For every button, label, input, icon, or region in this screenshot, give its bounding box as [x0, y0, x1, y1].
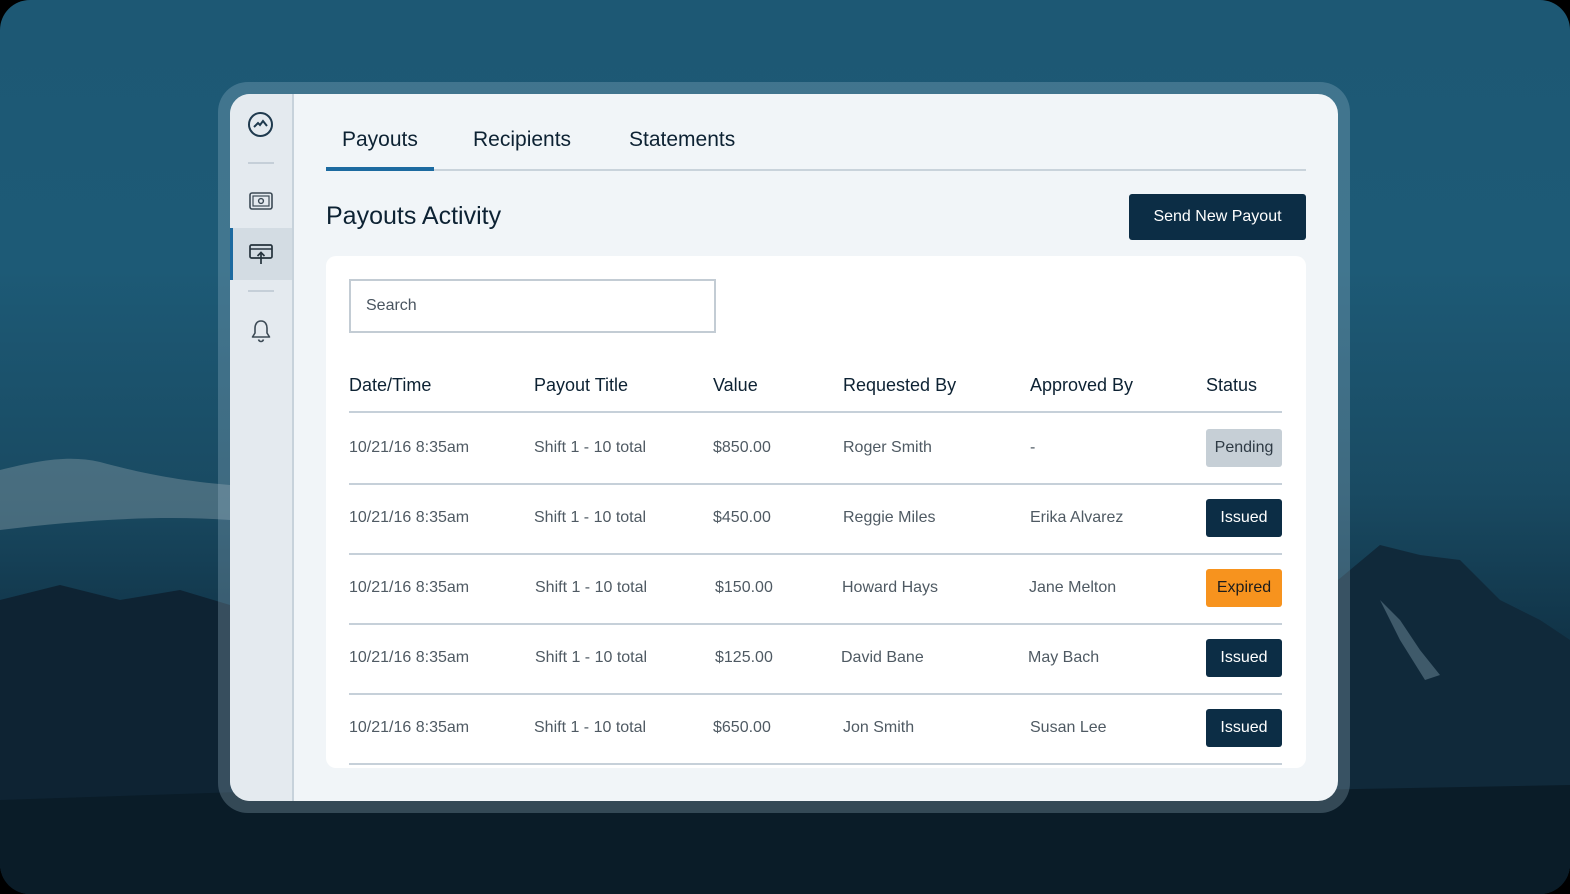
status-badge: Issued	[1206, 709, 1282, 747]
status-badge: Pending	[1206, 429, 1282, 467]
cell-date: 10/21/16 8:35am	[349, 509, 470, 526]
cell-title: Shift 1 - 10 total	[534, 439, 647, 456]
cell-value: $850.00	[713, 439, 771, 456]
cell-value: $650.00	[713, 719, 771, 736]
column-header-title: Payout Title	[534, 375, 629, 395]
cell-requested-by: Reggie Miles	[843, 509, 936, 526]
cell-approved-by: May Bach	[1028, 649, 1100, 666]
cell-date: 10/21/16 8:35am	[349, 649, 470, 666]
cell-requested-by: Roger Smith	[843, 439, 932, 456]
cell-value: $450.00	[713, 509, 771, 526]
cell-title: Shift 1 - 10 total	[535, 579, 648, 596]
cell-date: 10/21/16 8:35am	[349, 579, 470, 596]
cell-approved-by: -	[1030, 439, 1036, 456]
column-header-approved-by: Approved By	[1030, 375, 1134, 395]
payout-upload-icon	[249, 244, 273, 264]
tab-statements[interactable]: Statements	[613, 128, 751, 169]
cell-value: $125.00	[715, 649, 773, 666]
sidebar-divider	[248, 162, 274, 164]
status-badge: Expired	[1206, 569, 1282, 607]
cell-title: Shift 1 - 10 total	[534, 509, 647, 526]
cell-date: 10/21/16 8:35am	[349, 439, 470, 456]
send-new-payout-button[interactable]: Send New Payout	[1129, 194, 1306, 240]
cash-icon	[249, 192, 273, 210]
cell-approved-by: Susan Lee	[1030, 719, 1107, 736]
tab-payouts[interactable]: Payouts	[326, 128, 434, 171]
tab-recipients[interactable]: Recipients	[457, 128, 587, 169]
sidebar-item-cash[interactable]	[230, 176, 292, 228]
sidebar-item-notifications[interactable]	[230, 304, 292, 356]
table-row[interactable]: 10/21/16 8:35am Shift 1 - 10 total $150.…	[349, 553, 1282, 625]
cell-value: $150.00	[715, 579, 773, 596]
bell-icon	[251, 320, 271, 343]
table-row[interactable]: 10/21/16 8:35am Shift 1 - 10 total $650.…	[349, 693, 1282, 765]
cell-title: Shift 1 - 10 total	[535, 649, 648, 666]
column-header-requested-by: Requested By	[843, 375, 957, 395]
sidebar-item-payouts[interactable]	[230, 228, 292, 280]
page-title: Payouts Activity	[326, 202, 502, 230]
table-row[interactable]: 10/21/16 8:35am Shift 1 - 10 total $450.…	[349, 483, 1282, 555]
app-window: Payouts Recipients Statements Payouts Ac…	[230, 94, 1338, 801]
table-row[interactable]: 10/21/16 8:35am Shift 1 - 10 total $850.…	[349, 413, 1282, 485]
status-badge: Issued	[1206, 499, 1282, 537]
cell-requested-by: Howard Hays	[842, 579, 939, 596]
column-header-status: Status	[1206, 375, 1258, 395]
search-input[interactable]	[349, 279, 716, 333]
payouts-table-card: Date/Time Payout Title Value Requested B…	[326, 256, 1306, 768]
cell-requested-by: Jon Smith	[843, 719, 915, 736]
table-row[interactable]: 10/21/16 8:35am Shift 1 - 10 total $125.…	[349, 623, 1282, 695]
sidebar	[230, 94, 294, 801]
cell-approved-by: Erika Alvarez	[1030, 509, 1124, 526]
tab-bar: Payouts Recipients Statements	[326, 122, 1306, 171]
column-header-date: Date/Time	[349, 375, 432, 395]
logo-icon	[248, 112, 273, 137]
status-badge: Issued	[1206, 639, 1282, 677]
sidebar-divider	[248, 290, 274, 292]
column-header-value: Value	[713, 375, 758, 395]
cell-requested-by: David Bane	[841, 649, 924, 666]
cell-date: 10/21/16 8:35am	[349, 719, 470, 736]
cell-approved-by: Jane Melton	[1029, 579, 1117, 596]
cell-title: Shift 1 - 10 total	[534, 719, 647, 736]
